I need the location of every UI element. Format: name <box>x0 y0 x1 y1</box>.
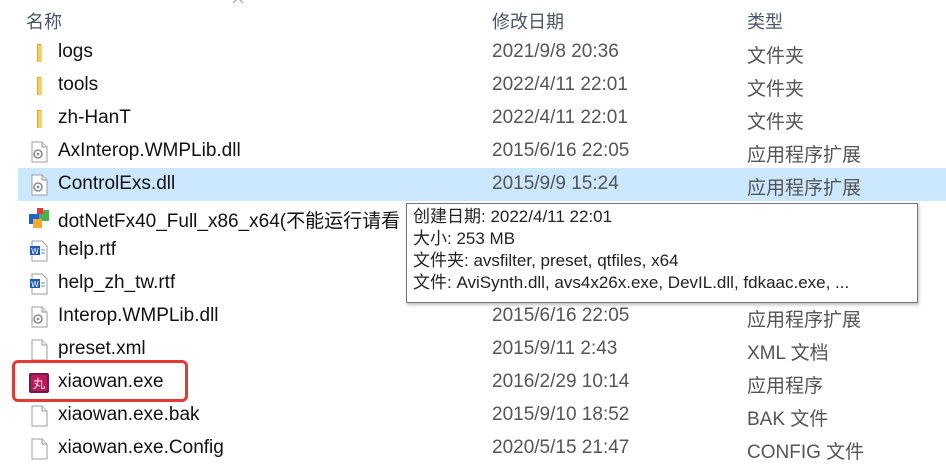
file-row[interactable]: ControlExs.dll 2015/9/9 15:24 应用程序扩展 <box>18 168 946 201</box>
annotation-highlight-box <box>12 360 188 402</box>
folder-tooltip: 创建日期: 2022/4/11 22:01 大小: 253 MB 文件夹: av… <box>406 203 918 303</box>
dll-icon <box>28 306 50 328</box>
file-row[interactable]: logs 2021/9/8 20:36 文件夹 <box>18 36 946 69</box>
file-date: 2016/2/29 10:14 <box>492 371 630 392</box>
file-date: 2015/9/10 18:52 <box>492 404 630 425</box>
file-type: BAK 文件 <box>747 409 829 430</box>
file-name: tools <box>58 74 99 95</box>
file-row[interactable]: Interop.WMPLib.dll 2015/6/16 22:05 应用程序扩展 <box>18 300 946 333</box>
file-date: 2022/4/11 22:01 <box>492 107 628 128</box>
dll-icon <box>28 141 50 163</box>
file-name: ControlExs.dll <box>58 173 176 194</box>
folder-icon <box>28 42 50 64</box>
svg-text:W: W <box>31 280 39 289</box>
folder-icon <box>28 108 50 130</box>
column-header: 名称 修改日期 类型 <box>0 0 946 36</box>
file-row[interactable]: xiaowan.exe.Config 2020/5/15 21:47 CONFIG … <box>18 432 946 465</box>
file-type: 应用程序 <box>747 376 824 397</box>
file-name: xiaowan.exe.Config <box>58 437 224 458</box>
file-date: 2015/9/11 2:43 <box>492 338 618 359</box>
tooltip-size: 大小: 253 MB <box>413 229 516 248</box>
file-row[interactable]: AxInterop.WMPLib.dll 2015/6/16 22:05 应用程序扩… <box>18 135 946 168</box>
file-name: zh-HanT <box>58 107 131 128</box>
file-icon <box>28 339 50 361</box>
file-row[interactable]: zh-HanT 2022/4/11 22:01 文件夹 <box>18 102 946 135</box>
file-type: 文件夹 <box>747 79 805 100</box>
tooltip-created: 创建日期: 2022/4/11 22:01 <box>413 207 613 226</box>
file-row[interactable]: tools 2022/4/11 22:01 文件夹 <box>18 69 946 102</box>
file-type: 应用程序扩展 <box>747 145 862 166</box>
file-date: 2015/6/16 22:05 <box>492 140 630 161</box>
sort-ascending-icon <box>232 0 244 4</box>
file-date: 2022/4/11 22:01 <box>492 74 628 95</box>
tooltip-files: 文件: AviSynth.dll, avs4x26x.exe, DevIL.dl… <box>413 273 850 292</box>
file-type: XML 文档 <box>747 343 829 364</box>
column-name-header[interactable]: 名称 <box>26 8 62 34</box>
file-name: dotNetFx40_Full_x86_x64(不能运行请看 <box>58 211 401 232</box>
file-name: preset.xml <box>58 338 146 359</box>
tooltip-folders: 文件夹: avsfilter, preset, qtfiles, x64 <box>413 251 679 270</box>
file-icon <box>28 438 50 460</box>
file-row[interactable]: xiaowan.exe.bak 2015/9/10 18:52 BAK 文件 <box>18 399 946 432</box>
file-type: 应用程序扩展 <box>747 178 862 199</box>
file-name: AxInterop.WMPLib.dll <box>58 140 241 161</box>
file-type: 文件夹 <box>747 46 805 67</box>
file-icon <box>28 405 50 427</box>
file-name: Interop.WMPLib.dll <box>58 305 219 326</box>
file-name: xiaowan.exe.bak <box>58 404 200 425</box>
file-type: 文件夹 <box>747 112 805 133</box>
file-date: 2021/9/8 20:36 <box>492 41 619 62</box>
dll-icon <box>28 174 50 196</box>
rtf-icon: W <box>28 273 50 295</box>
column-type-header[interactable]: 类型 <box>747 8 783 34</box>
file-date: 2015/6/16 22:05 <box>492 305 630 326</box>
file-date: 2020/5/15 21:47 <box>492 437 630 458</box>
rtf-icon: W <box>28 240 50 262</box>
file-date: 2015/9/9 15:24 <box>492 173 619 194</box>
file-name: help.rtf <box>58 239 117 260</box>
file-name: help_zh_tw.rtf <box>58 272 176 293</box>
file-type: 应用程序扩展 <box>747 310 862 331</box>
installer-icon <box>28 207 50 229</box>
file-type: CONFIG 文件 <box>747 442 865 463</box>
folder-icon <box>28 75 50 97</box>
svg-text:W: W <box>31 247 39 256</box>
file-name: logs <box>58 41 93 62</box>
column-date-header[interactable]: 修改日期 <box>492 8 564 34</box>
